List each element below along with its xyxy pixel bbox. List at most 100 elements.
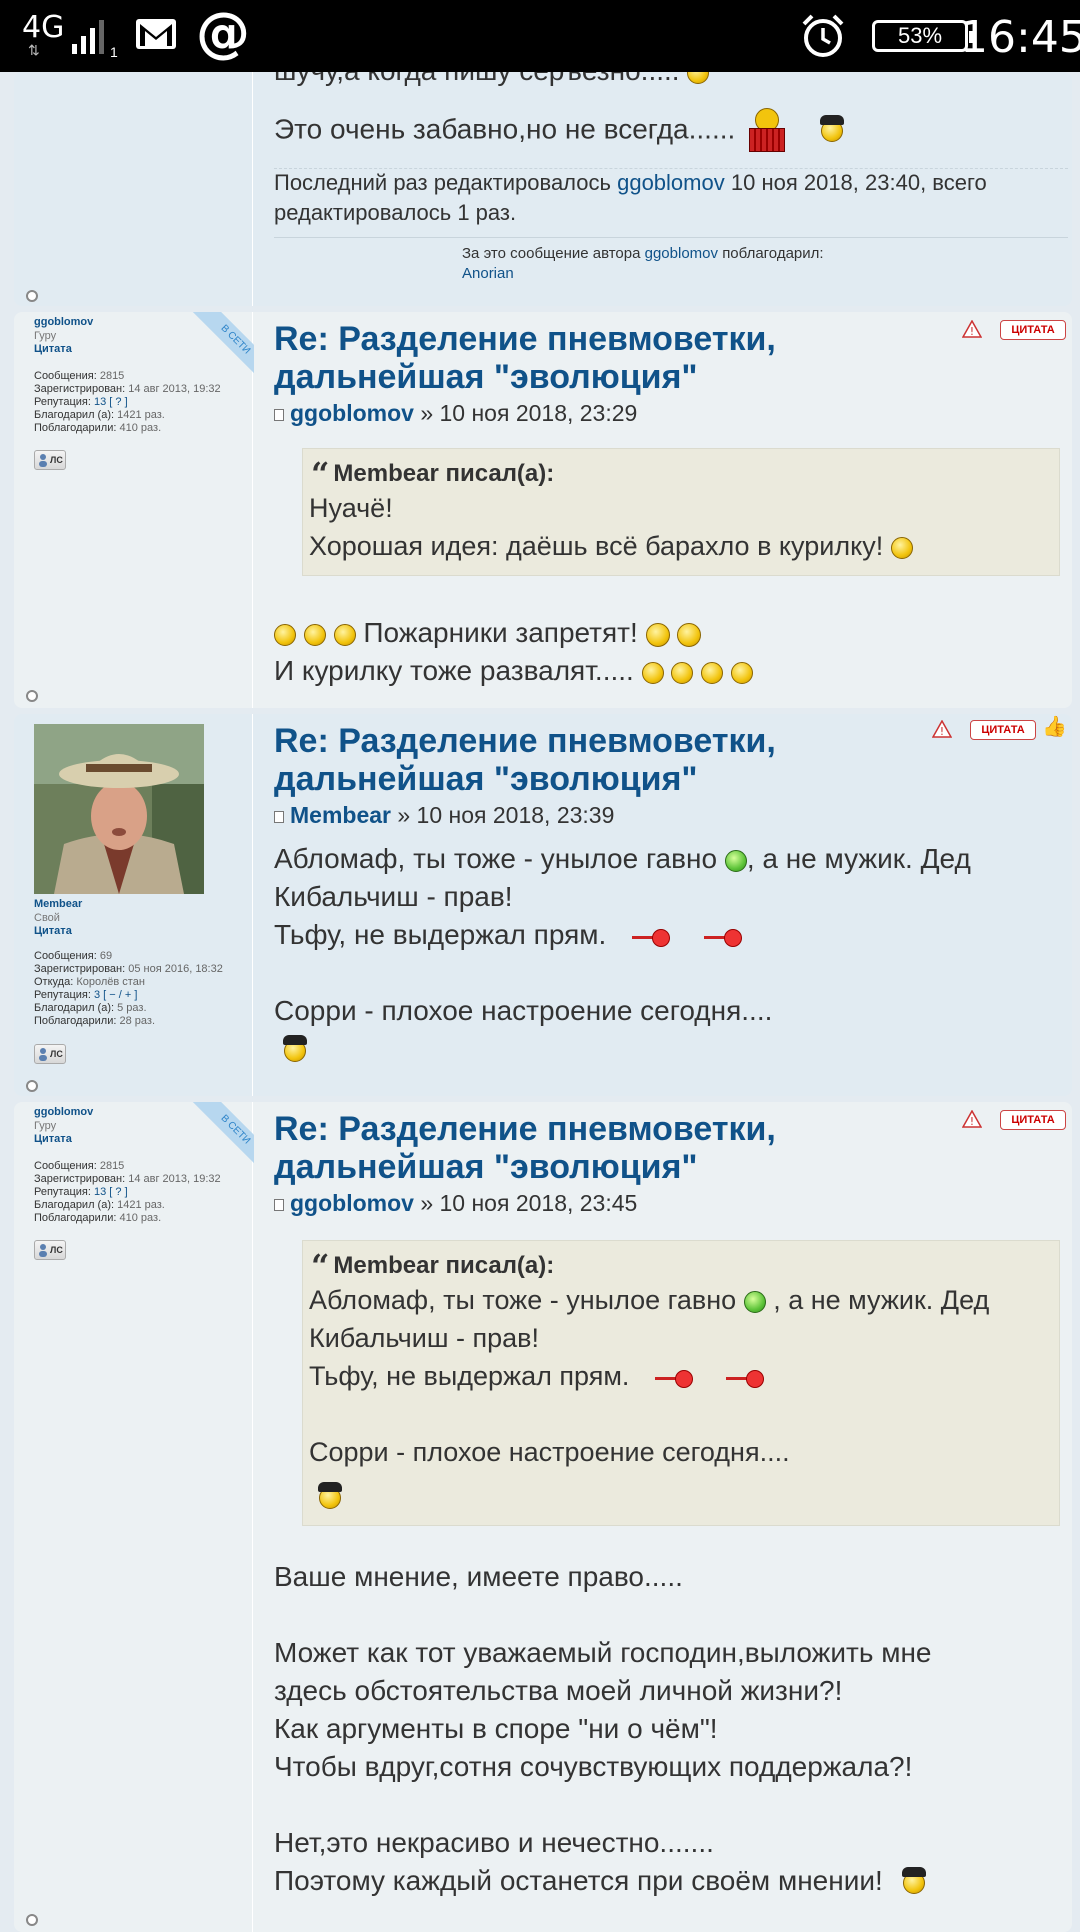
accordion-smiley-icon bbox=[747, 108, 786, 154]
cap-smiley-icon bbox=[901, 1866, 926, 1894]
profile-thanked: Благодарил (а): 5 раз. bbox=[34, 1002, 147, 1014]
post-icon[interactable] bbox=[274, 810, 284, 823]
grin-smiley-icon bbox=[274, 623, 296, 646]
post-icon[interactable] bbox=[274, 408, 284, 421]
avatar[interactable] bbox=[34, 724, 204, 894]
post-text-line: здесь обстоятельства моей личной жизни?! bbox=[274, 1675, 843, 1706]
post-author-link[interactable]: ggoblomov bbox=[290, 1190, 414, 1216]
post-title[interactable]: Re: Разделение пневмоветки, дальнейшая "… bbox=[274, 722, 834, 798]
post-title[interactable]: Re: Разделение пневмоветки, дальнейшая "… bbox=[274, 1110, 834, 1186]
gun-smiley-icon bbox=[632, 927, 671, 947]
thumbs-up-icon[interactable]: 👍 bbox=[1042, 714, 1067, 739]
at-icon: @ bbox=[196, 1, 250, 64]
post-text-line: Поэтому каждый останется при своём мнени… bbox=[274, 1862, 926, 1900]
profile-cite-link[interactable]: Цитата bbox=[34, 343, 72, 355]
thanks-author-link[interactable]: ggoblomov bbox=[645, 245, 718, 262]
profile-was-thanked: Поблагодарили: 410 раз. bbox=[34, 1212, 162, 1224]
post-text-line: Сорри - плохое настроение сегодня.... bbox=[274, 995, 773, 1026]
back-to-top-icon[interactable] bbox=[26, 290, 38, 302]
profile-username[interactable]: ggoblomov bbox=[34, 316, 93, 328]
report-icon[interactable]: ! bbox=[932, 720, 952, 738]
gmail-icon bbox=[136, 19, 176, 49]
svg-text:!: ! bbox=[970, 1115, 974, 1128]
thanked-by-link[interactable]: Anorian bbox=[462, 265, 514, 282]
back-to-top-icon[interactable] bbox=[26, 690, 38, 702]
quote-line: Сорри - плохое настроение сегодня.... bbox=[309, 1437, 790, 1467]
post-text-line: Кибальчиш - прав! bbox=[274, 881, 513, 912]
quote-header: “Membear писал(а): bbox=[311, 455, 555, 493]
gun-smiley-icon bbox=[703, 927, 742, 947]
status-bar: 4G ⇅ 1 @ 53% 16:45 bbox=[0, 0, 1080, 72]
pm-button[interactable]: ЛС bbox=[34, 450, 66, 470]
grin-smiley-icon bbox=[701, 661, 724, 684]
profile-thanked: Благодарил (а): 1421 раз. bbox=[34, 1199, 165, 1211]
avatar-image bbox=[34, 724, 204, 894]
profile-cite-link[interactable]: Цитата bbox=[34, 925, 72, 937]
quote-button[interactable]: ЦИТАТА bbox=[970, 720, 1036, 740]
user-icon bbox=[39, 454, 47, 467]
profile-rank: Гуру bbox=[34, 330, 57, 342]
network-type: 4G bbox=[22, 10, 65, 45]
post-text-line: Абломаф, ты тоже - унылое гавно , а не м… bbox=[274, 843, 971, 874]
thanks-note: За это сообщение автора ggoblomov поблаг… bbox=[462, 245, 824, 282]
profile-cite-link[interactable]: Цитата bbox=[34, 1133, 72, 1145]
post-text-line: Нет,это некрасиво и нечестно....... bbox=[274, 1827, 714, 1858]
alarm-icon bbox=[802, 14, 844, 57]
data-arrows-icon: ⇅ bbox=[28, 42, 40, 58]
post-author-link[interactable]: ggoblomov bbox=[290, 400, 414, 426]
svg-text:!: ! bbox=[940, 725, 944, 738]
profile-messages: Сообщения: 2815 bbox=[34, 1160, 125, 1172]
quote-block: “Membear писал(а): Нуачё! Хорошая идея: … bbox=[302, 448, 1060, 576]
pm-button[interactable]: ЛС bbox=[34, 1240, 66, 1260]
quote-line: Тьфу, не выдержал прям. bbox=[309, 1361, 765, 1392]
green-smiley-icon bbox=[724, 849, 747, 872]
profile-registered: Зарегистрирован: 14 авг 2013, 19:32 bbox=[34, 1173, 221, 1185]
post-text-line: Тьфу, не выдержал прям. bbox=[274, 916, 742, 954]
user-icon bbox=[39, 1244, 47, 1257]
profile-registered: Зарегистрирован: 05 ноя 2016, 18:32 bbox=[34, 963, 223, 975]
quote-block: “Membear писал(а): Абломаф, ты тоже - ун… bbox=[302, 1240, 1060, 1526]
sim-slot: 1 bbox=[110, 44, 118, 60]
profile-username[interactable]: ggoblomov bbox=[34, 1106, 93, 1118]
report-icon[interactable]: ! bbox=[962, 1110, 982, 1128]
profile-was-thanked: Поблагодарили: 410 раз. bbox=[34, 422, 162, 434]
post-2: Membear Свой Цитата Сообщения: 69 Зареги… bbox=[14, 714, 1072, 1096]
post-text-line: И курилку тоже развалят..... bbox=[274, 652, 753, 690]
green-smiley-icon bbox=[743, 1290, 766, 1313]
profile-reputation: Репутация: 13 [ ? ] bbox=[34, 396, 128, 408]
edit-user-link[interactable]: ggoblomov bbox=[617, 170, 725, 195]
post-emoticon bbox=[283, 1030, 307, 1068]
user-icon bbox=[39, 1048, 47, 1061]
profile-location: Откуда: Королёв стан bbox=[34, 976, 145, 988]
profile-username[interactable]: Membear bbox=[34, 898, 82, 910]
cap-smiley-icon bbox=[283, 1034, 307, 1062]
post-title[interactable]: Re: Разделение пневмоветки, дальнейшая "… bbox=[274, 320, 834, 396]
post-text-line: Пожарники запретят! bbox=[274, 614, 702, 652]
back-to-top-icon[interactable] bbox=[26, 1080, 38, 1092]
post-text-line: Чтобы вдруг,сотня сочувствующих поддержа… bbox=[274, 1751, 913, 1782]
clock: 16:45 bbox=[960, 12, 1080, 63]
quote-button[interactable]: ЦИТАТА bbox=[1000, 320, 1066, 340]
profile-registered: Зарегистрирован: 14 авг 2013, 19:32 bbox=[34, 383, 221, 395]
quote-line: Абломаф, ты тоже - унылое гавно , а не м… bbox=[309, 1285, 990, 1315]
post-author-link[interactable]: Membear bbox=[290, 802, 391, 828]
post-byline: ggoblomov » 10 ноя 2018, 23:29 bbox=[274, 400, 637, 427]
profile-messages: Сообщения: 2815 bbox=[34, 370, 125, 382]
profile-rank: Свой bbox=[34, 912, 60, 924]
post-byline: Membear » 10 ноя 2018, 23:39 bbox=[274, 802, 614, 829]
wave-smiley-icon bbox=[677, 622, 702, 647]
grin-smiley-icon bbox=[671, 661, 694, 684]
smiley-icon bbox=[687, 72, 710, 84]
pm-button[interactable]: ЛС bbox=[34, 1044, 66, 1064]
online-ribbon: В СЕТИ bbox=[184, 312, 254, 382]
quote-button[interactable]: ЦИТАТА bbox=[1000, 1110, 1066, 1130]
post-text-line: Это очень забавно,но не всегда...... bbox=[274, 108, 844, 154]
gun-smiley-icon bbox=[726, 1368, 765, 1388]
post-text-line: шучу,а когда пишу серъезно..... bbox=[274, 72, 710, 90]
post-icon[interactable] bbox=[274, 1198, 284, 1211]
post-3: В СЕТИ ggoblomov Гуру Цитата Сообщения: … bbox=[14, 1102, 1072, 1932]
gun-smiley-icon bbox=[654, 1368, 693, 1388]
back-to-top-icon[interactable] bbox=[26, 1914, 38, 1926]
report-icon[interactable]: ! bbox=[962, 320, 982, 338]
quote-header: “Membear писал(а): bbox=[311, 1247, 555, 1285]
